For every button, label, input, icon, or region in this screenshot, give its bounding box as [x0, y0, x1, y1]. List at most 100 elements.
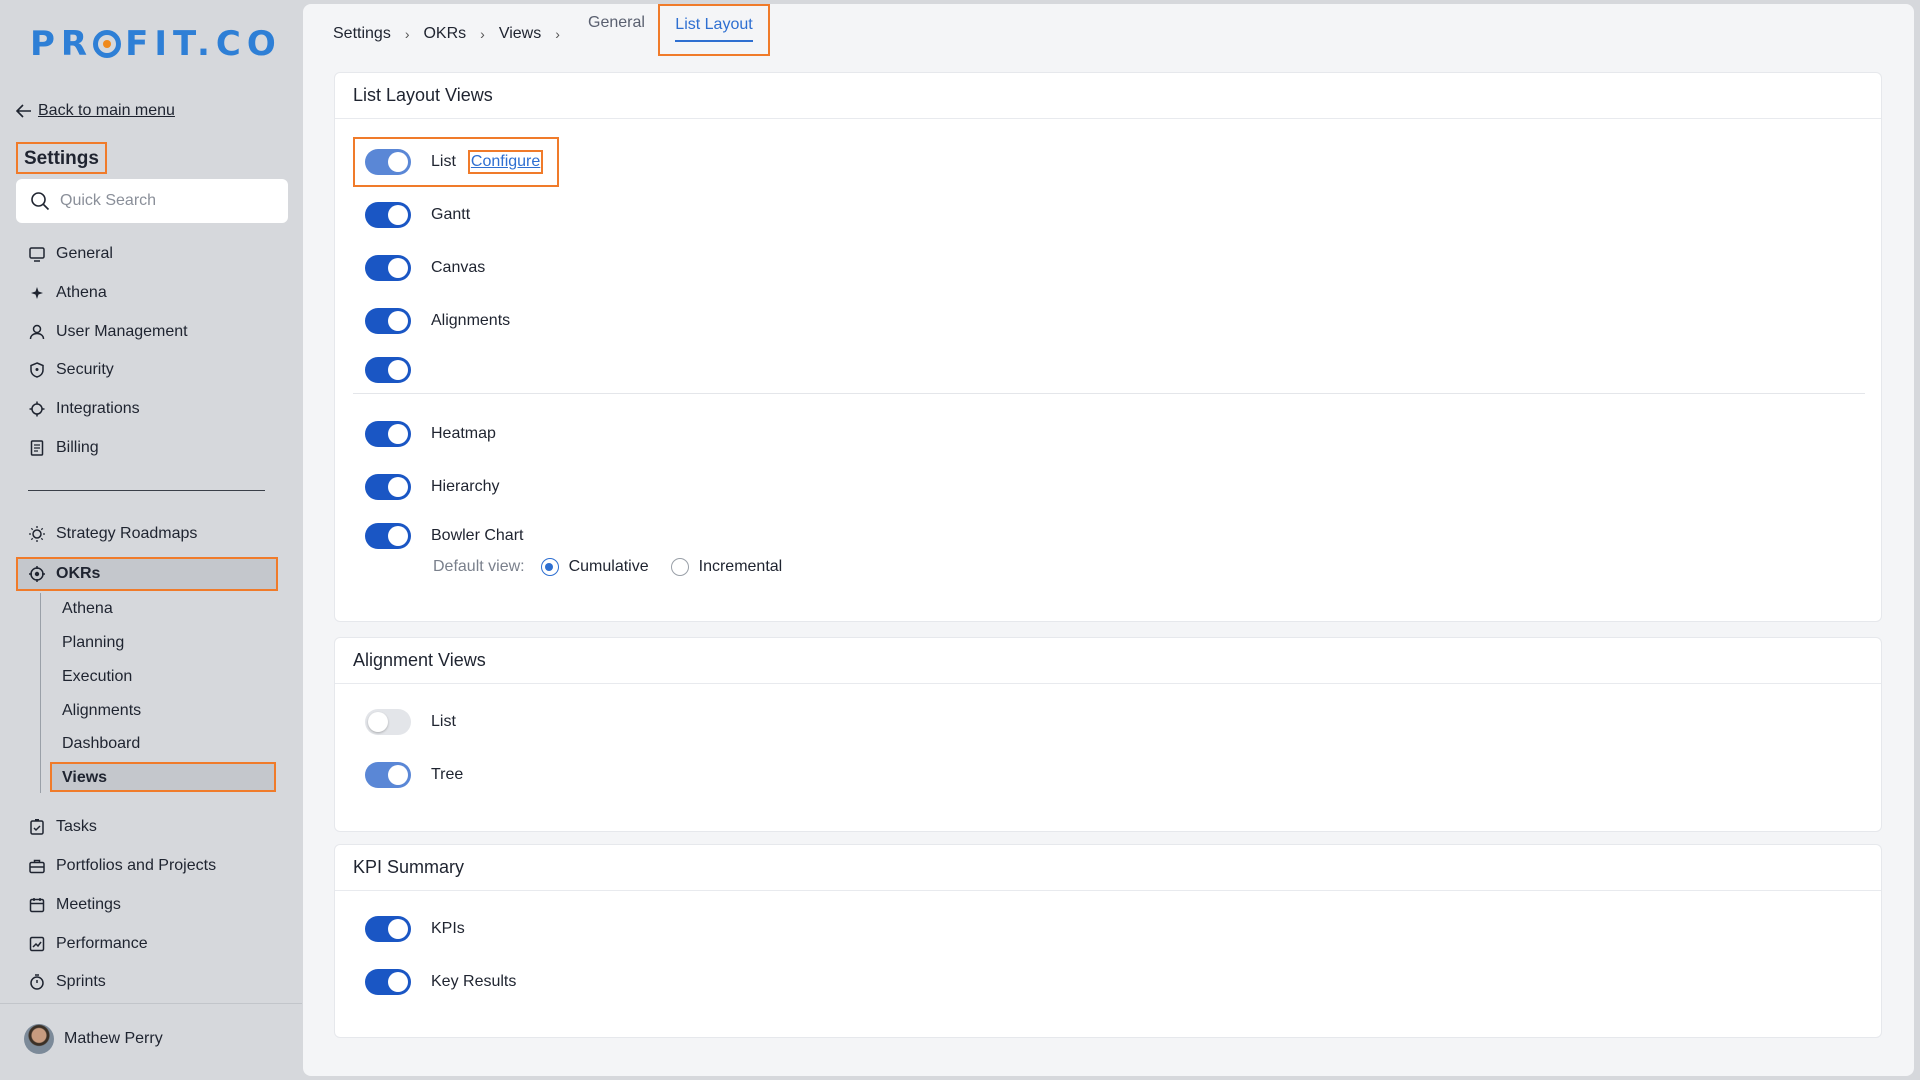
cumulative-radio[interactable]	[540, 558, 559, 576]
clipboard-check-icon	[28, 818, 46, 836]
quick-search-input[interactable]	[60, 192, 260, 210]
alignment-views-card: Alignment Views List Tree	[334, 637, 1882, 832]
sidebar-item-billing[interactable]: Billing	[28, 434, 99, 462]
okr-sub-athena[interactable]: Athena	[62, 597, 113, 621]
toggle-row-key-results: Key Results	[365, 967, 516, 997]
sidebar-item-sprints[interactable]: Sprints	[28, 968, 106, 996]
sidebar-item-athena[interactable]: Athena	[28, 279, 107, 307]
sidebar-item-label: Sprints	[56, 973, 106, 990]
default-view-group: Default view: Cumulative Incremental	[433, 558, 782, 576]
key-results-toggle[interactable]	[365, 969, 411, 995]
quick-search-box[interactable]	[16, 179, 288, 223]
sidebar-item-security[interactable]: Security	[28, 356, 114, 384]
okr-sub-alignments[interactable]: Alignments	[62, 699, 141, 723]
user-profile[interactable]: Mathew Perry	[24, 1024, 163, 1054]
bulb-icon	[28, 525, 46, 543]
list-layout-views-card: List Layout Views List Configure Gantt C…	[334, 72, 1882, 622]
heatmap-toggle[interactable]	[365, 421, 411, 447]
breadcrumb-separator-icon: ›	[555, 26, 560, 42]
toggle-row-unlabeled	[365, 355, 431, 385]
incremental-radio[interactable]	[670, 558, 689, 576]
okr-sub-planning[interactable]: Planning	[62, 631, 124, 655]
sidebar-item-label: Athena	[56, 284, 107, 301]
sidebar-item-label: Tasks	[56, 818, 97, 835]
gantt-toggle[interactable]	[365, 202, 411, 228]
toggle-label: Bowler Chart	[431, 527, 524, 544]
okr-sub-dashboard[interactable]: Dashboard	[62, 732, 140, 756]
canvas-toggle[interactable]	[365, 255, 411, 281]
alignment-list-toggle[interactable]	[365, 709, 411, 735]
toggle-row-list: List Configure	[365, 147, 544, 177]
sidebar-item-integrations[interactable]: Integrations	[28, 395, 140, 423]
toggle-label: Heatmap	[431, 425, 496, 442]
breadcrumb-views[interactable]: Views	[499, 25, 541, 43]
user-icon	[28, 323, 46, 341]
tab-list-layout-label: List Layout	[675, 16, 753, 42]
sidebar-item-label: Performance	[56, 935, 148, 952]
toggle-row-canvas: Canvas	[365, 253, 485, 283]
main-content: Settings › OKRs › Views › General List L…	[303, 4, 1914, 1076]
sidebar-item-tasks[interactable]: Tasks	[28, 813, 97, 841]
section-divider	[353, 393, 1865, 394]
sidebar-item-meetings[interactable]: Meetings	[28, 891, 121, 919]
chart-line-icon	[28, 935, 46, 953]
toggle-row-gantt: Gantt	[365, 200, 470, 230]
toggle-label: Hierarchy	[431, 478, 500, 495]
receipt-icon	[28, 439, 46, 457]
cumulative-label[interactable]: Cumulative	[569, 558, 649, 576]
sidebar-item-label: User Management	[56, 323, 188, 340]
toggle-row-alignment-list: List	[365, 707, 456, 737]
configure-link[interactable]: Configure	[467, 150, 544, 174]
toggle-row-kpis: KPIs	[365, 914, 465, 944]
toggle-row-heatmap: Heatmap	[365, 419, 496, 449]
gear-icon	[28, 400, 46, 418]
toggle-label: Alignments	[431, 312, 511, 329]
sidebar-item-portfolios[interactable]: Portfolios and Projects	[28, 852, 216, 880]
sidebar-item-okrs[interactable]: OKRs	[28, 560, 100, 588]
alignment-tree-toggle[interactable]	[365, 762, 411, 788]
bowler-chart-toggle[interactable]	[365, 523, 411, 549]
sidebar-item-general[interactable]: General	[28, 240, 113, 268]
sidebar-item-user-management[interactable]: User Management	[28, 318, 188, 346]
breadcrumb: Settings › OKRs › Views ›	[333, 14, 574, 54]
alignments-toggle[interactable]	[365, 308, 411, 334]
sidebar-item-label: Integrations	[56, 400, 140, 417]
okr-sub-views[interactable]: Views	[62, 766, 107, 790]
toggle-label: Canvas	[431, 259, 486, 276]
toggle-label: Gantt	[431, 206, 471, 223]
back-to-main-menu-link[interactable]: Back to main menu	[16, 102, 175, 120]
okr-sub-execution[interactable]: Execution	[62, 665, 132, 689]
sidebar: PRFIT.CO Back to main menu Settings Gene…	[0, 0, 302, 1080]
sidebar-item-label: Strategy Roadmaps	[56, 525, 198, 542]
sidebar-item-label: Security	[56, 361, 114, 378]
calendar-icon	[28, 896, 46, 914]
sidebar-item-label: Portfolios and Projects	[56, 857, 217, 874]
toggle-label: List	[431, 153, 456, 170]
kpis-toggle[interactable]	[365, 916, 411, 942]
kpi-summary-card: KPI Summary KPIs Key Results	[334, 844, 1882, 1038]
breadcrumb-settings[interactable]: Settings	[333, 25, 391, 43]
sidebar-item-label: OKRs	[56, 565, 101, 582]
user-name: Mathew Perry	[64, 1030, 163, 1047]
toggle-row-alignments: Alignments	[365, 306, 510, 336]
settings-title: Settings	[16, 142, 107, 174]
list-toggle[interactable]	[365, 149, 411, 175]
sidebar-item-strategy-roadmaps[interactable]: Strategy Roadmaps	[28, 520, 197, 548]
tab-list-layout[interactable]: List Layout	[658, 4, 770, 56]
tab-general[interactable]: General	[588, 14, 645, 32]
logo-target-icon	[93, 30, 122, 58]
sidebar-item-performance[interactable]: Performance	[28, 930, 148, 958]
toggle-label: Tree	[431, 766, 464, 783]
unlabeled-toggle[interactable]	[365, 357, 411, 383]
hierarchy-toggle[interactable]	[365, 474, 411, 500]
card-title: Alignment Views	[335, 638, 1881, 684]
search-icon	[31, 192, 50, 211]
breadcrumb-okrs[interactable]: OKRs	[423, 25, 466, 43]
sidebar-divider	[28, 490, 265, 491]
toggle-label: List	[431, 713, 456, 730]
card-title: List Layout Views	[335, 73, 1881, 119]
profit-co-logo[interactable]: PR FIT.CO	[30, 24, 282, 64]
card-title: KPI Summary	[335, 845, 1881, 891]
incremental-label[interactable]: Incremental	[699, 558, 783, 576]
sidebar-item-label: Meetings	[56, 896, 121, 913]
